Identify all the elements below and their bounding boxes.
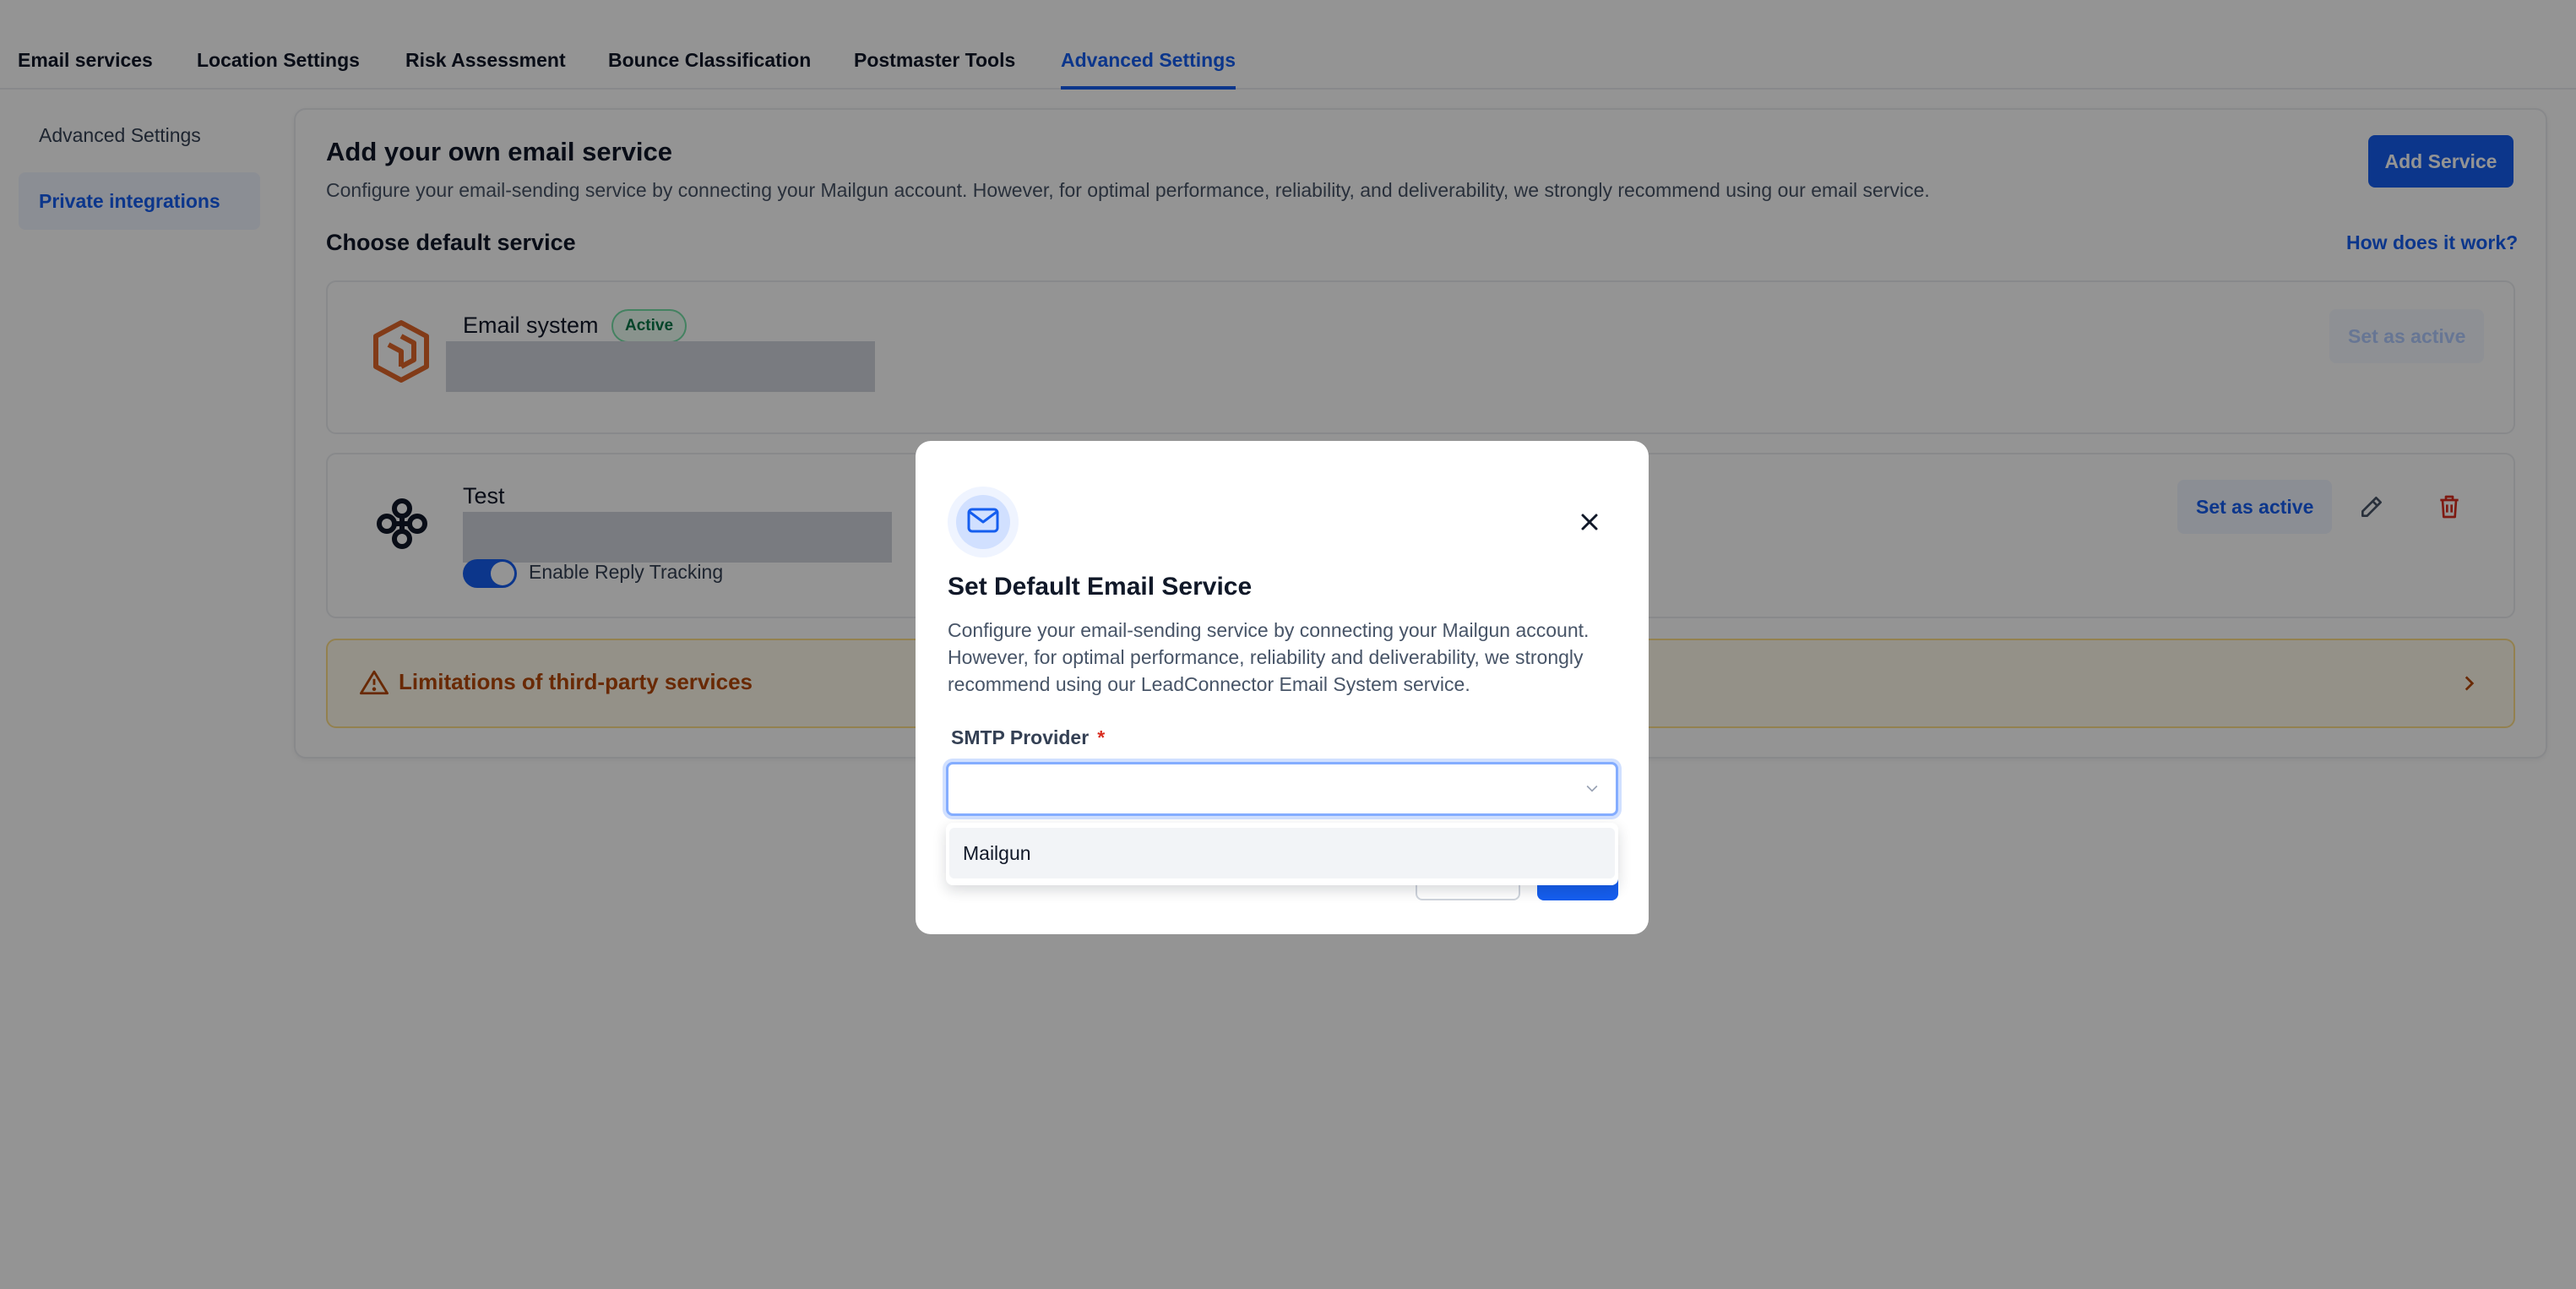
smtp-provider-dropdown: Mailgun [946, 823, 1618, 885]
smtp-provider-label: SMTP Provider * [951, 726, 1106, 748]
mail-icon [967, 508, 999, 537]
required-mark: * [1097, 726, 1106, 748]
modal-icon-container [948, 487, 1019, 557]
modal-description: Configure your email-sending service by … [948, 619, 1590, 695]
dropdown-option-mailgun[interactable]: Mailgun [949, 828, 1615, 878]
chevron-down-icon [1584, 780, 1600, 801]
set-default-email-service-modal: Set Default Email Service Configure your… [916, 441, 1649, 934]
close-icon[interactable] [1571, 503, 1608, 541]
modal-title: Set Default Email Service [948, 573, 1253, 601]
smtp-provider-select[interactable] [946, 762, 1618, 816]
